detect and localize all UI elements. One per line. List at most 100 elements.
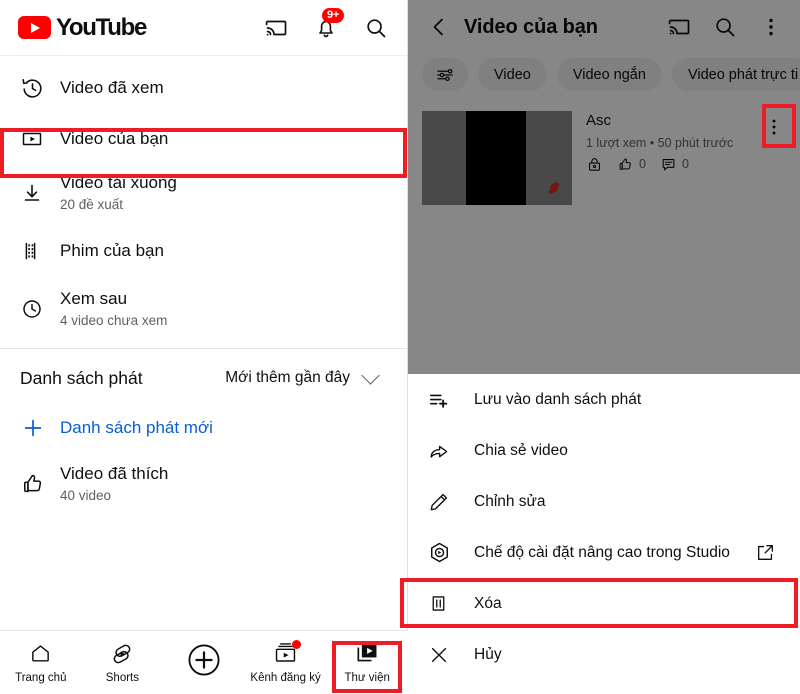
plus-circle-icon xyxy=(185,641,223,679)
app-screen: YouTube 9+ Video đã xem Video của bạn Vi… xyxy=(0,0,800,693)
video-stats: 1 lượt xem • 50 phút trước xyxy=(586,135,734,150)
clock-icon xyxy=(20,297,60,321)
sheet-item-label: Lưu vào danh sách phát xyxy=(474,390,642,408)
notifications-icon[interactable]: 9+ xyxy=(313,7,344,41)
comments-group: 0 xyxy=(660,156,689,173)
sheet-item-label: Xóa xyxy=(474,594,502,612)
sidebar-item-xem-sau[interactable]: Xem sau 4 video chưa xem xyxy=(0,280,407,338)
header-actions: 9+ xyxy=(263,7,393,41)
comments-count: 0 xyxy=(681,157,689,171)
search-icon[interactable] xyxy=(363,15,389,41)
history-icon xyxy=(20,76,60,101)
your-videos-content: Video của bạn Video Video ngắn Video phá… xyxy=(408,0,800,374)
share-icon xyxy=(428,440,474,462)
playlists-sort-label: Mới thêm gần đây xyxy=(225,369,350,386)
play-box-icon xyxy=(20,127,60,151)
sidebar-item-phim-cua-ban[interactable]: Phim của bạn xyxy=(0,222,407,280)
comment-icon xyxy=(660,156,677,173)
nav-label: Kênh đăng ký xyxy=(250,671,321,684)
section-divider xyxy=(0,348,407,349)
playlists-header: Danh sách phát Mới thêm gần đây xyxy=(0,355,407,401)
bottom-navigation: Trang chủ Shorts Kênh đăng ký Thư viện xyxy=(0,630,408,693)
close-icon xyxy=(428,644,474,666)
right-panel-your-videos: Video của bạn Video Video ngắn Video phá… xyxy=(408,0,800,693)
cast-icon[interactable] xyxy=(263,15,289,41)
studio-icon xyxy=(428,541,474,564)
video-thumbnail[interactable] xyxy=(422,111,572,205)
your-videos-header: Video của bạn xyxy=(408,0,800,54)
likes-group: 0 xyxy=(617,156,646,173)
sidebar-item-label: Video đã xem xyxy=(60,77,164,97)
playlist-add-icon xyxy=(428,389,474,411)
playlist-item-video-da-thich[interactable]: Video đã thích 40 video xyxy=(0,455,407,513)
youtube-play-icon xyxy=(18,16,51,39)
subscriptions-badge-dot xyxy=(292,639,302,649)
external-link-icon[interactable] xyxy=(755,542,780,563)
sidebar-item-video-da-xem[interactable]: Video đã xem xyxy=(0,62,407,114)
library-list: Video đã xem Video của bạn Video tải xuố… xyxy=(0,56,407,338)
sheet-item-chia-se-video[interactable]: Chia sẻ video xyxy=(408,425,800,476)
playlists-sort[interactable]: Mới thêm gần đây xyxy=(225,366,387,387)
plus-icon xyxy=(20,415,60,441)
nav-label: Shorts xyxy=(105,671,140,684)
nav-item-trang-chu[interactable]: Trang chủ xyxy=(0,631,82,694)
film-icon xyxy=(20,239,60,263)
chip-filter[interactable] xyxy=(422,58,468,91)
sheet-item-label: Hủy xyxy=(474,645,502,663)
home-icon xyxy=(29,641,52,667)
sheet-item-huy[interactable]: Hủy xyxy=(408,629,800,680)
sheet-item-label: Chỉnh sửa xyxy=(474,492,546,510)
download-icon xyxy=(20,181,60,205)
sidebar-item-video-tai-xuong[interactable]: Video tải xuống 20 đề xuất xyxy=(0,164,407,222)
sheet-item-xoa[interactable]: Xóa xyxy=(408,578,800,629)
shorts-icon xyxy=(546,179,562,197)
sidebar-item-label: Xem sau xyxy=(60,288,128,308)
new-playlist-button[interactable]: Danh sách phát mới xyxy=(0,401,407,455)
sheet-item-luu-vao-danh-sach-phat[interactable]: Lưu vào danh sách phát xyxy=(408,374,800,425)
page-title: Video của bạn xyxy=(464,15,598,38)
video-list-item[interactable]: Asc 1 lượt xem • 50 phút trước 0 0 xyxy=(408,99,800,205)
video-kebab-menu-icon[interactable] xyxy=(762,113,786,141)
sidebar-item-video-cua-ban[interactable]: Video của bạn xyxy=(0,114,407,164)
header-actions xyxy=(666,14,786,40)
thumbs-up-icon xyxy=(617,156,634,173)
cast-icon[interactable] xyxy=(666,14,692,40)
chevron-left-icon[interactable] xyxy=(424,12,454,42)
notifications-badge: 9+ xyxy=(322,7,344,24)
thumbs-up-icon xyxy=(20,471,60,497)
likes-count: 0 xyxy=(639,157,646,171)
playlist-item-label: Video đã thích xyxy=(60,463,169,483)
nav-label: Thư viện xyxy=(344,671,390,684)
sheet-item-label: Chế độ cài đặt nâng cao trong Studio xyxy=(474,543,730,561)
chip-video-ngan[interactable]: Video ngắn xyxy=(556,58,662,91)
sidebar-item-label: Phim của bạn xyxy=(60,240,164,260)
video-icon-row: 0 0 xyxy=(586,156,788,173)
video-options-sheet: Lưu vào danh sách phát Chia sẻ video Chỉ… xyxy=(408,374,800,693)
sidebar-item-label: Video tải xuống xyxy=(60,172,177,192)
nav-item-create[interactable] xyxy=(163,631,245,694)
sidebar-item-label: Video của bạn xyxy=(60,128,169,148)
playlists-title: Danh sách phát xyxy=(20,367,143,388)
youtube-header: YouTube 9+ xyxy=(0,0,407,56)
left-panel-library: YouTube 9+ Video đã xem Video của bạn Vi… xyxy=(0,0,408,693)
chip-video[interactable]: Video xyxy=(478,58,547,91)
chevron-down-icon xyxy=(361,366,380,385)
kebab-menu-icon[interactable] xyxy=(758,14,784,40)
youtube-logo[interactable]: YouTube xyxy=(18,13,147,42)
nav-item-thu-vien[interactable]: Thư viện xyxy=(326,631,408,694)
privacy-group xyxy=(586,156,603,173)
playlist-item-sublabel: 40 video xyxy=(60,487,112,503)
search-icon[interactable] xyxy=(712,14,738,40)
youtube-logo-text: YouTube xyxy=(56,13,147,41)
chip-video-phat-truc-tiep[interactable]: Video phát trực ti xyxy=(671,58,800,91)
shorts-icon xyxy=(110,641,134,667)
lock-icon xyxy=(586,156,603,173)
sheet-item-chinh-sua[interactable]: Chỉnh sửa xyxy=(408,476,800,527)
new-playlist-label: Danh sách phát mới xyxy=(60,418,213,437)
sheet-item-che-do-cai-dat-nang-cao[interactable]: Chế độ cài đặt nâng cao trong Studio xyxy=(408,527,800,578)
filter-chips: Video Video ngắn Video phát trực ti xyxy=(408,54,800,99)
nav-item-shorts[interactable]: Shorts xyxy=(82,631,164,694)
nav-item-kenh-dang-ky[interactable]: Kênh đăng ký xyxy=(245,631,327,694)
sidebar-item-sublabel: 4 video chưa xem xyxy=(60,312,168,328)
video-title: Asc xyxy=(586,112,612,129)
